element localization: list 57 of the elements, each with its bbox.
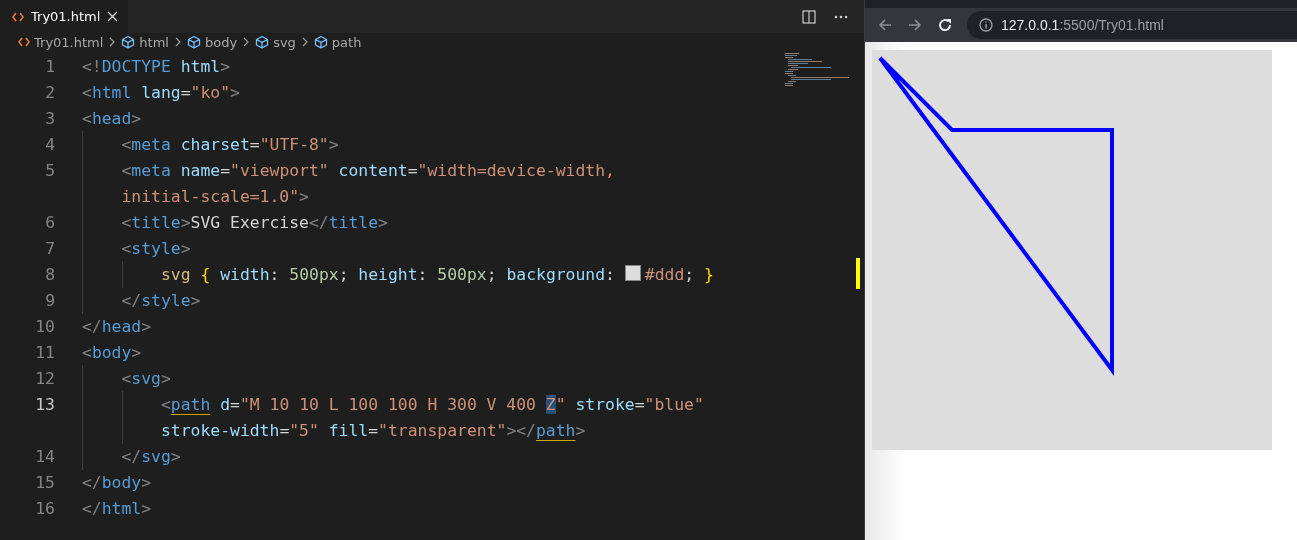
code-line: <body> <box>82 342 142 362</box>
code-line: <html lang="ko"> <box>82 82 240 102</box>
chevron-icon <box>300 37 309 47</box>
cube-icon <box>187 35 201 49</box>
info-icon[interactable] <box>979 18 993 32</box>
code-line: <svg> <box>82 368 171 388</box>
close-icon[interactable] <box>107 11 119 22</box>
reload-icon[interactable] <box>937 17 953 33</box>
code-file-icon <box>12 11 24 22</box>
line-number: 6 <box>44 212 55 232</box>
line-number: 14 <box>34 446 55 466</box>
breadcrumb-item[interactable]: Try01.html <box>34 34 104 50</box>
breadcrumb-item[interactable]: path <box>331 34 362 50</box>
code-line: <title>SVG Exercise</title> <box>82 212 388 232</box>
code-line: <meta charset="UTF-8"> <box>82 134 339 154</box>
line-number: 1 <box>44 56 55 76</box>
line-number: 10 <box>34 316 55 336</box>
scrollbar-marker <box>856 258 860 289</box>
code-line: <!DOCTYPE html> <box>82 56 231 76</box>
code-line: <style> <box>82 238 191 258</box>
line-number: 16 <box>34 498 55 518</box>
chevron-icon <box>174 37 182 47</box>
code-file-icon <box>18 37 30 47</box>
forward-icon[interactable] <box>907 17 923 33</box>
editor-tab[interactable]: Try01.html <box>0 0 129 33</box>
line-number: 15 <box>34 472 55 492</box>
line-number: 7 <box>44 238 55 258</box>
code-line: <meta name="viewport" content="width=device-width, <box>82 160 615 180</box>
breadcrumb-item[interactable]: svg <box>273 34 296 50</box>
line-number: 11 <box>34 342 55 362</box>
line-number: 4 <box>44 134 55 154</box>
line-number: 13 <box>34 394 55 414</box>
line-number: 5 <box>44 160 55 180</box>
code-line: <path d="M 10 10 L 100 100 H 300 V 400 Z" stroke="blue" <box>82 394 704 414</box>
cube-icon <box>313 35 328 49</box>
breadcrumb-item[interactable]: body <box>205 34 238 50</box>
cube-icon <box>121 35 136 49</box>
back-icon[interactable] <box>877 17 893 33</box>
code-line: </html> <box>82 498 152 518</box>
code-line: initial-scale=1.0"> <box>82 186 309 206</box>
cube-icon <box>255 35 270 49</box>
line-number: 3 <box>44 108 55 128</box>
breadcrumb-item[interactable]: html <box>139 34 169 50</box>
line-number: 8 <box>44 264 55 284</box>
chevron-icon <box>108 37 117 47</box>
line-number: 9 <box>44 290 55 310</box>
code-line: <head> <box>82 108 142 128</box>
more-icon[interactable] <box>834 14 848 19</box>
code-line: </head> <box>82 316 152 336</box>
chevron-icon <box>242 37 251 47</box>
color-swatch[interactable] <box>624 264 641 281</box>
line-number: 2 <box>44 82 55 102</box>
code-line: </body> <box>82 472 152 492</box>
url-text[interactable]: 127.0.0.1:5500/Try01.html <box>1001 17 1164 33</box>
split-editor-icon[interactable] <box>802 9 816 24</box>
address-bar[interactable]: 127.0.0.1:5500/Try01.html <box>967 11 1297 39</box>
line-number: 12 <box>34 368 55 388</box>
